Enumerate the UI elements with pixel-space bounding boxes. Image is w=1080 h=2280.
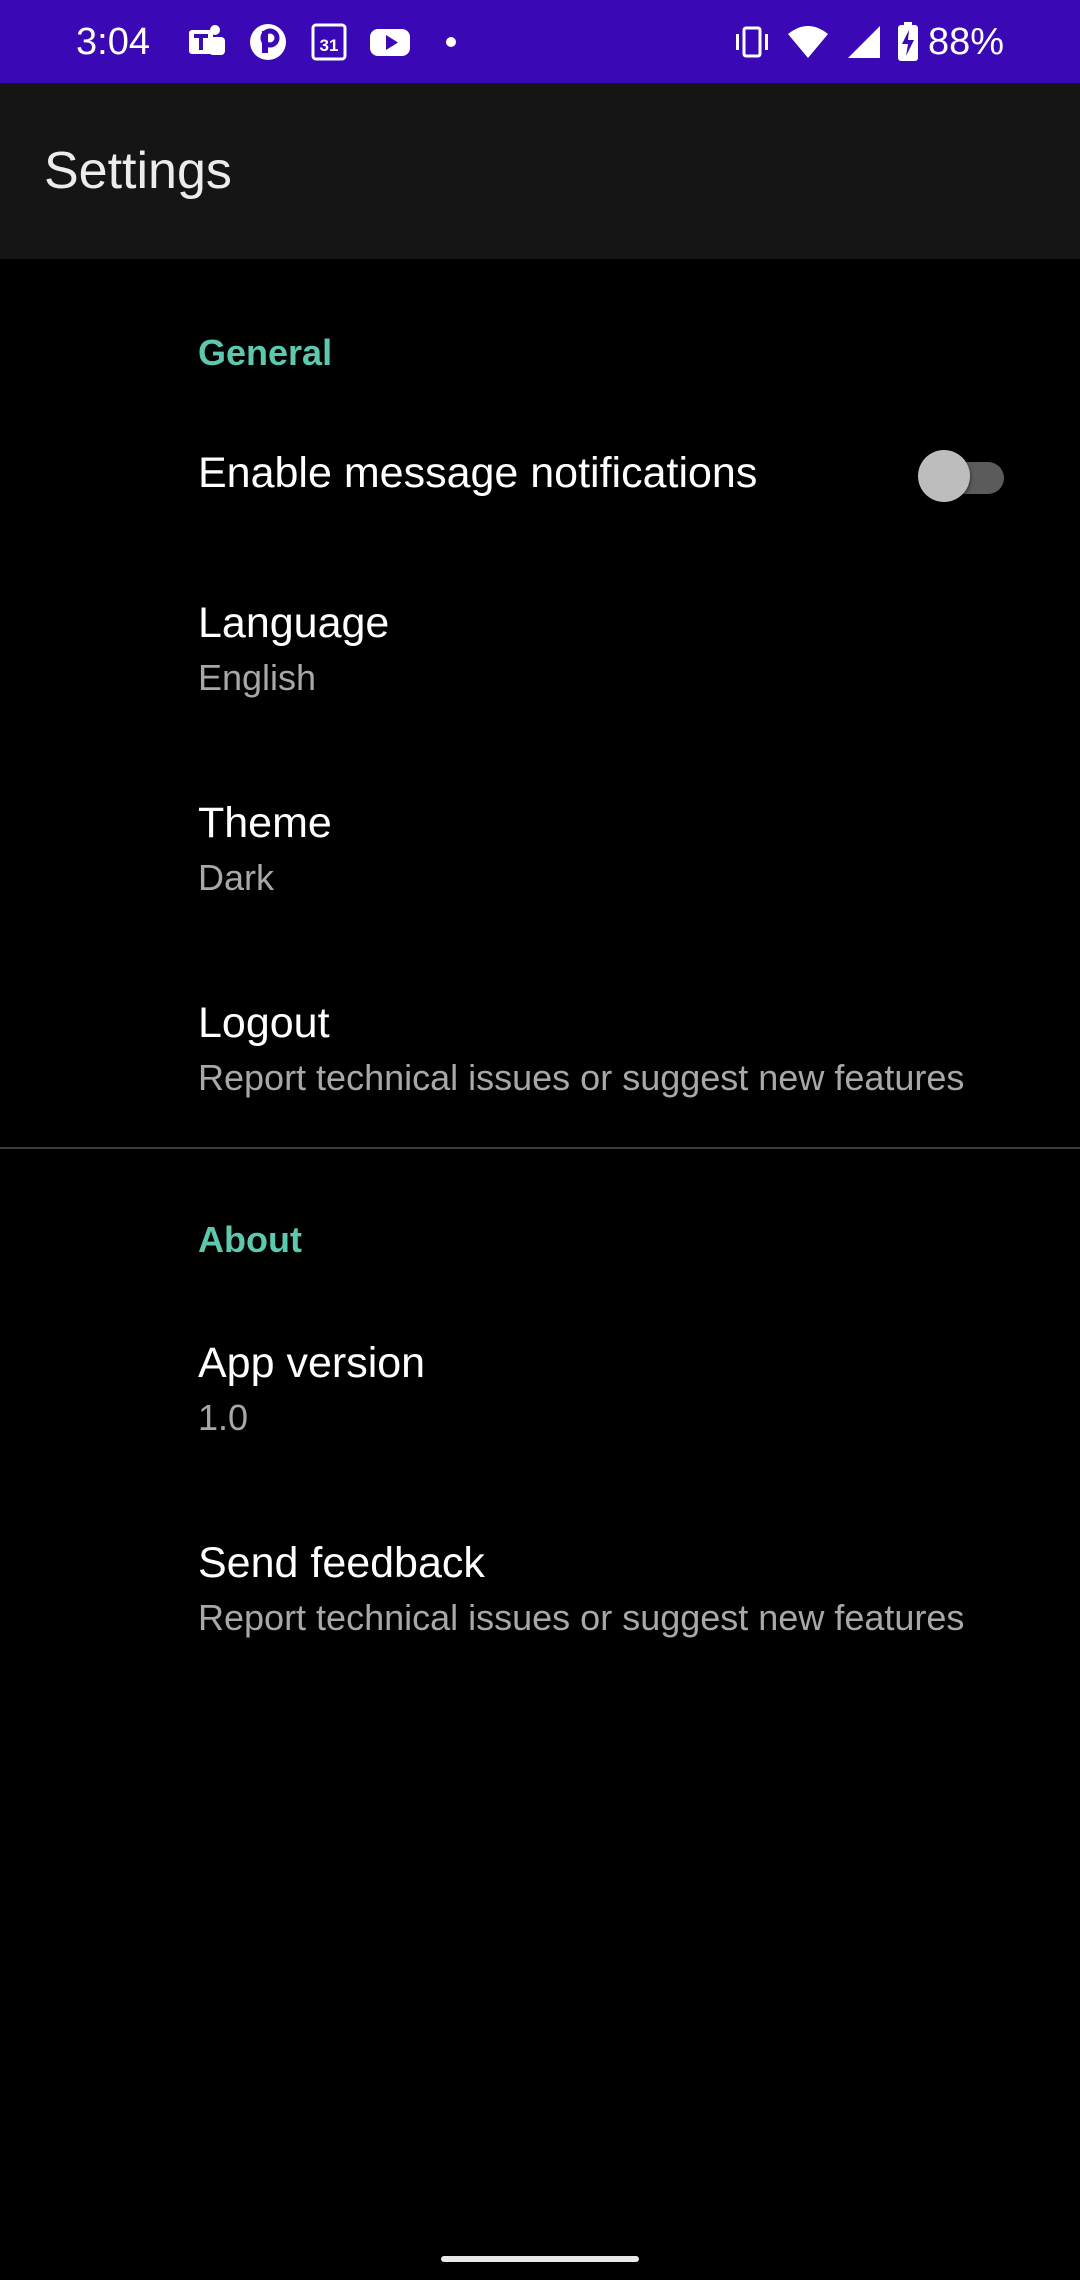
pref-enable-notifications[interactable]: Enable message notifications bbox=[0, 402, 1080, 549]
pref-summary: Report technical issues or suggest new f… bbox=[198, 1597, 965, 1638]
category-general-title: General bbox=[198, 332, 333, 373]
calendar-icon: 31 bbox=[307, 20, 351, 64]
system-icons: 88% bbox=[718, 20, 1004, 64]
pref-title: Logout bbox=[198, 999, 330, 1047]
pref-title: Language bbox=[198, 599, 390, 647]
pref-summary: English bbox=[198, 657, 317, 698]
pref-send-feedback[interactable]: Send feedback Report technical issues or… bbox=[0, 1489, 1080, 1689]
pref-summary: Report technical issues or suggest new f… bbox=[198, 1057, 965, 1098]
switch-thumb bbox=[918, 450, 970, 502]
signal-icon bbox=[844, 20, 882, 64]
dot-icon bbox=[429, 20, 473, 64]
vibrate-icon bbox=[732, 20, 772, 64]
calendar-date-text: 31 bbox=[320, 36, 339, 55]
category-about-title: About bbox=[198, 1219, 302, 1260]
youtube-icon bbox=[368, 20, 412, 64]
notification-icons: 31 bbox=[185, 20, 490, 64]
app-bar: Settings bbox=[0, 83, 1080, 259]
pref-title: Theme bbox=[198, 799, 332, 847]
pref-language[interactable]: Language English bbox=[0, 549, 1080, 749]
pref-app-version[interactable]: App version 1.0 bbox=[0, 1289, 1080, 1489]
pref-title: App version bbox=[198, 1339, 426, 1387]
page-title: Settings bbox=[44, 142, 232, 200]
section-divider bbox=[0, 1147, 1080, 1149]
p-app-icon bbox=[246, 20, 290, 64]
pref-title: Enable message notifications bbox=[198, 449, 758, 497]
notifications-toggle[interactable] bbox=[918, 450, 1004, 502]
pref-theme[interactable]: Theme Dark bbox=[0, 749, 1080, 949]
status-bar: 3:04 31 88% bbox=[0, 0, 1080, 83]
pref-logout[interactable]: Logout Report technical issues or sugges… bbox=[0, 949, 1080, 1145]
pref-title: Send feedback bbox=[198, 1539, 485, 1587]
teams-icon bbox=[185, 20, 229, 64]
status-time: 3:04 bbox=[76, 21, 150, 63]
battery-percent: 88% bbox=[927, 21, 1004, 63]
wifi-icon bbox=[786, 20, 830, 64]
gesture-nav-bar[interactable] bbox=[441, 2256, 639, 2262]
pref-summary: Dark bbox=[198, 857, 275, 898]
pref-summary: 1.0 bbox=[198, 1397, 249, 1438]
battery-charging-icon bbox=[896, 20, 920, 64]
